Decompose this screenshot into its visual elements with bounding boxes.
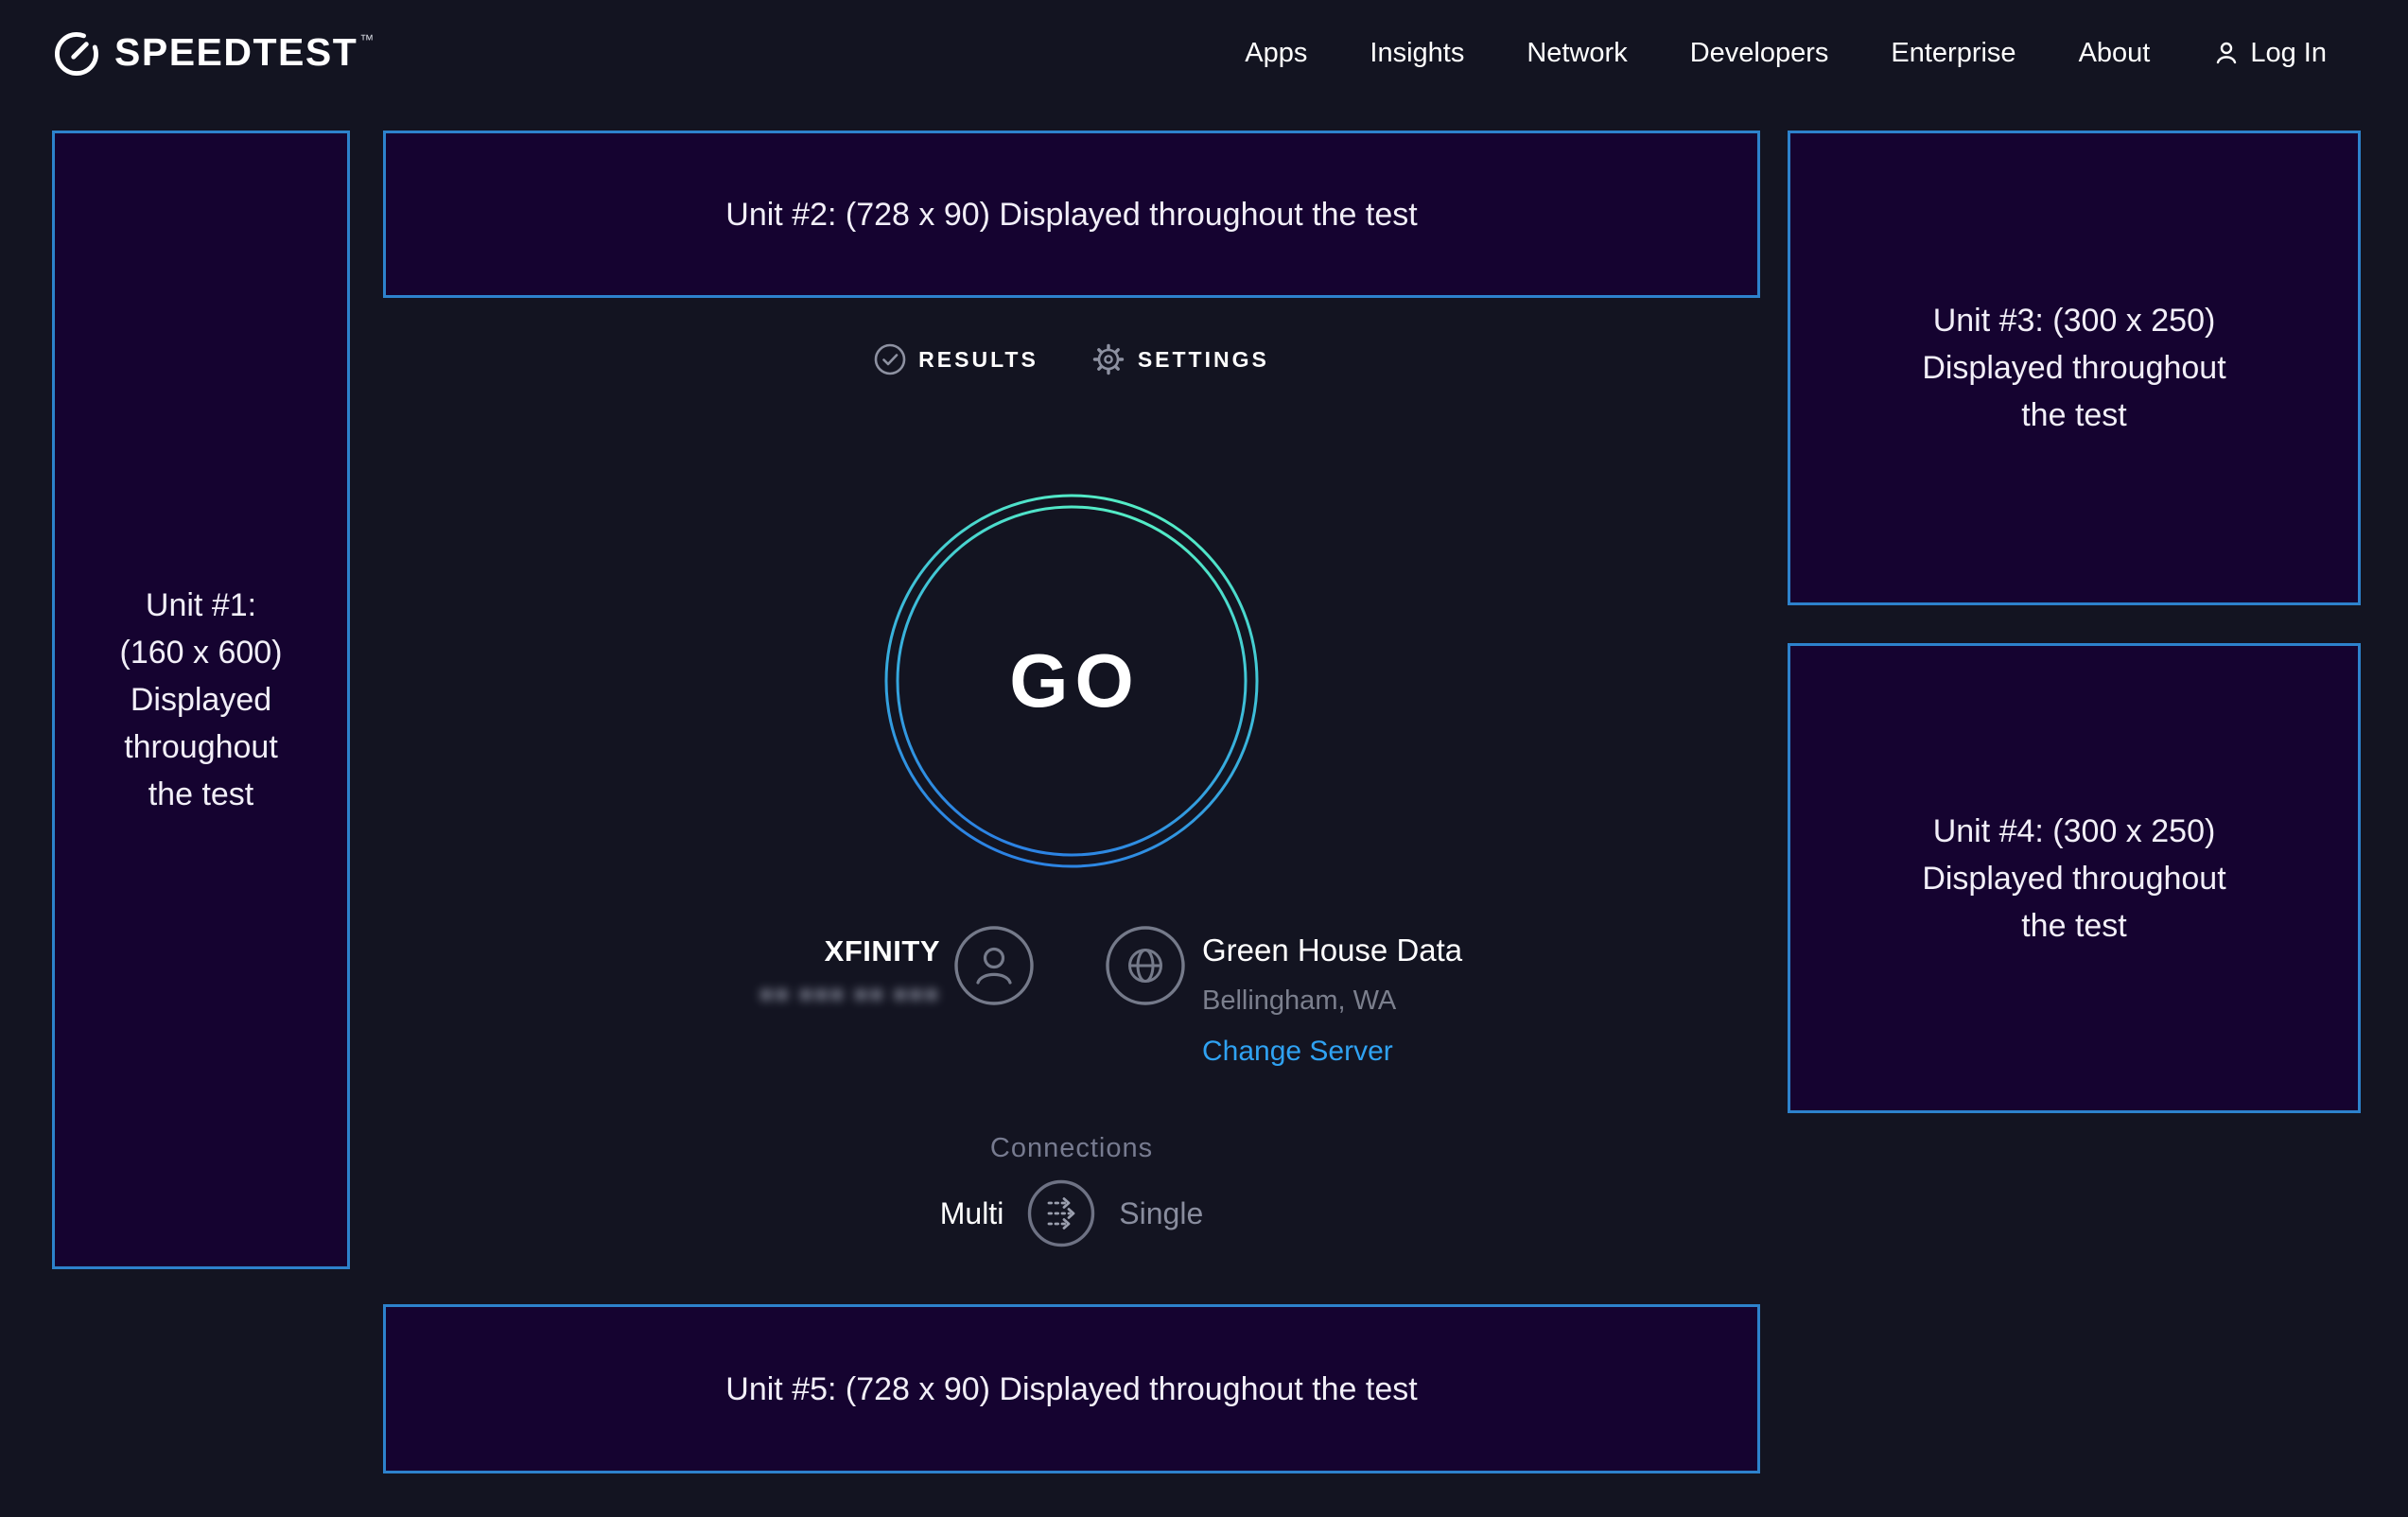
nav-item-developers[interactable]: Developers (1690, 38, 1829, 69)
connections-single-label[interactable]: Single (1119, 1196, 1203, 1231)
tabs-row: RESULTS SETTINGS (383, 342, 1760, 376)
speedtest-gauge-icon (52, 29, 101, 78)
brand-wordmark: SPEEDTEST (114, 27, 358, 77)
trademark-symbol: ™ (359, 31, 374, 50)
ad-text-line: throughout (124, 724, 278, 771)
server-name: Green House Data (1202, 933, 1462, 968)
ad-text-line: Displayed throughout (1922, 855, 2225, 902)
server-info: Green House Data Bellingham, WA Change S… (1105, 925, 1462, 1068)
ad-unit-5[interactable]: Unit #5: (728 x 90) Displayed throughout… (383, 1304, 1760, 1473)
go-button[interactable]: GO (882, 492, 1261, 870)
isp-name: XFINITY (825, 934, 940, 968)
ad-text-line: the test (148, 771, 254, 818)
connections-multi-label[interactable]: Multi (940, 1196, 1004, 1231)
ad-text-line: Unit #4: (300 x 250) (1933, 808, 2216, 855)
globe-circle-icon (1105, 925, 1186, 1006)
ad-text-line: Unit #1: (146, 582, 256, 629)
ad-unit-1[interactable]: Unit #1: (160 x 600) Displayed throughou… (52, 131, 350, 1269)
ad-text-line: Unit #2: (728 x 90) Displayed throughout… (725, 191, 1417, 238)
connections-toggle-row: Multi Single (383, 1178, 1760, 1248)
brand-logo[interactable]: SPEEDTEST ™ (52, 27, 374, 78)
isp-info: XFINITY ■■ ■■■ ■■ ■■■ (759, 925, 1035, 1008)
primary-nav: Apps Insights Network Developers Enterpr… (1245, 38, 2327, 69)
connections-toggle-icon[interactable] (1026, 1178, 1096, 1248)
nav-item-network[interactable]: Network (1527, 38, 1627, 69)
nav-item-insights[interactable]: Insights (1370, 38, 1464, 69)
connections-label: Connections (383, 1133, 1760, 1164)
ad-text-line: Unit #5: (728 x 90) Displayed throughout… (725, 1366, 1417, 1413)
nav-item-apps[interactable]: Apps (1245, 38, 1307, 69)
nav-item-login[interactable]: Log In (2212, 38, 2327, 69)
ad-unit-2[interactable]: Unit #2: (728 x 90) Displayed throughout… (383, 131, 1760, 298)
tab-results[interactable]: RESULTS (874, 343, 1038, 375)
ad-text-line: Displayed (131, 676, 271, 724)
tab-settings-label: SETTINGS (1138, 347, 1269, 373)
check-circle-icon (874, 343, 906, 375)
login-label: Log In (2250, 38, 2327, 69)
server-location: Bellingham, WA (1202, 985, 1396, 1017)
ad-unit-4[interactable]: Unit #4: (300 x 250) Displayed throughou… (1788, 643, 2361, 1113)
isp-ip-redacted: ■■ ■■■ ■■ ■■■ (759, 982, 940, 1008)
top-nav-bar: SPEEDTEST ™ Apps Insights Network Develo… (0, 0, 2408, 106)
change-server-link[interactable]: Change Server (1202, 1036, 1393, 1068)
person-circle-icon (953, 925, 1035, 1006)
nav-item-about[interactable]: About (2079, 38, 2151, 69)
ad-text-line: the test (2021, 392, 2127, 439)
ad-unit-3[interactable]: Unit #3: (300 x 250) Displayed throughou… (1788, 131, 2361, 605)
user-icon (2212, 39, 2241, 67)
tab-settings[interactable]: SETTINGS (1091, 342, 1269, 376)
ad-text-line: Displayed throughout (1922, 344, 2225, 392)
ad-text-line: the test (2021, 902, 2127, 950)
go-button-label: GO (882, 492, 1261, 870)
ad-text-line: Unit #3: (300 x 250) (1933, 297, 2216, 344)
tab-results-label: RESULTS (918, 347, 1038, 373)
gear-icon (1091, 342, 1125, 376)
nav-item-enterprise[interactable]: Enterprise (1891, 38, 2015, 69)
ad-text-line: (160 x 600) (120, 629, 283, 676)
